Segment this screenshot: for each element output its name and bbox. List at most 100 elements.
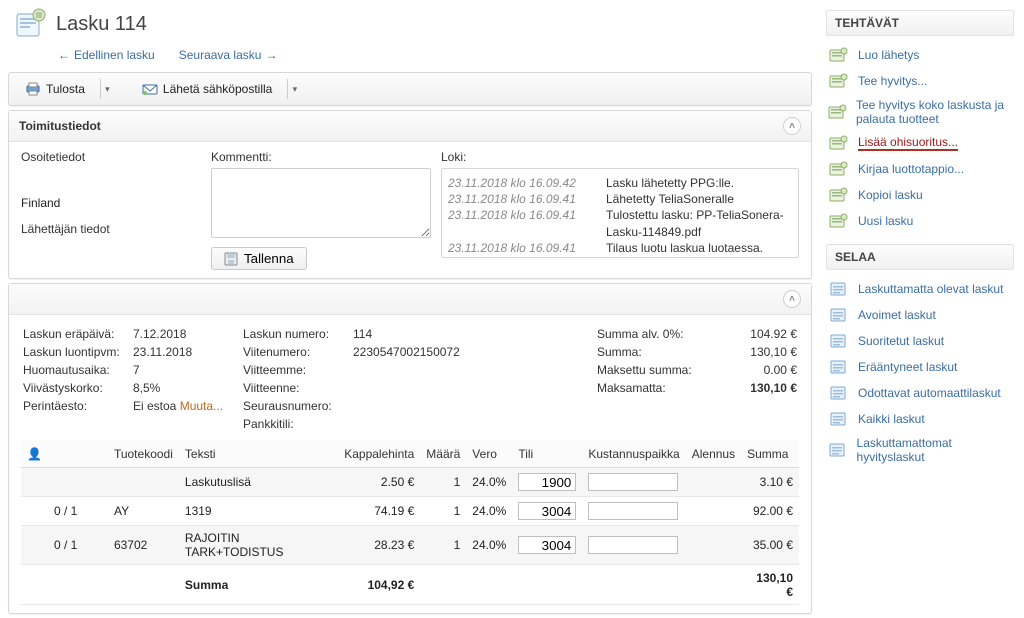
list-icon	[828, 358, 850, 376]
total-label: Summa:	[597, 345, 717, 359]
arrow-right-icon: →	[265, 48, 277, 62]
print-button[interactable]: Tulosta	[15, 77, 94, 101]
yourref-label: Viitteenne:	[243, 381, 353, 395]
page-title: Lasku 114	[56, 13, 147, 36]
task-icon	[828, 134, 850, 152]
table-row[interactable]: 0 / 1 63702 RAJOITIN TARK+TODISTUS 28.23…	[21, 526, 799, 565]
table-row[interactable]: Laskutuslisä 2.50 € 1 24.0% 3.10 €	[21, 468, 799, 497]
printer-icon	[24, 80, 42, 98]
remind-label: Huomautusaika:	[23, 363, 133, 377]
unpaid-value: 130,10 €	[717, 381, 797, 395]
col-cc[interactable]: Kustannuspaikka	[582, 441, 685, 468]
print-dropdown[interactable]: ▾	[100, 79, 114, 99]
list-icon	[828, 441, 849, 459]
col-qty[interactable]: Määrä	[420, 441, 466, 468]
col-picked	[48, 441, 108, 468]
task-action-1[interactable]: Tee hyvitys...	[826, 68, 1014, 94]
bank-label: Pankkitili:	[243, 417, 353, 431]
prev-invoice-link[interactable]: ← Edellinen lasku	[58, 48, 155, 62]
col-unit[interactable]: Kappalehinta	[338, 441, 420, 468]
browse-action-1[interactable]: Avoimet laskut	[826, 302, 1014, 328]
browse-label: Kaikki laskut	[858, 412, 925, 426]
list-icon	[828, 410, 850, 428]
collect-change-link[interactable]: Muuta...	[180, 399, 223, 413]
email-dropdown[interactable]: ▾	[287, 79, 301, 99]
task-action-5[interactable]: Kopioi lasku	[826, 182, 1014, 208]
bank-value	[353, 417, 523, 431]
comment-label: Kommentti:	[211, 150, 431, 164]
collapse-button[interactable]: ˄	[783, 290, 801, 308]
browse-action-6[interactable]: Laskuttamattomat hyvityslaskut	[826, 432, 1014, 468]
save-icon	[224, 252, 238, 266]
col-acct[interactable]: Tili	[512, 441, 582, 468]
paid-label: Maksettu summa:	[597, 363, 717, 377]
toolbar: Tulosta ▾ Lähetä sähköpostilla ▾	[8, 72, 812, 106]
task-action-4[interactable]: Kirjaa luottotappio...	[826, 156, 1014, 182]
log-row: 23.11.2018 klo 16.09.41Lähetetty TeliaSo…	[448, 191, 792, 207]
task-action-0[interactable]: Luo lähetys	[826, 42, 1014, 68]
task-icon	[828, 46, 850, 64]
browse-label: Suoritetut laskut	[858, 334, 944, 348]
table-row[interactable]: 0 / 1 AY 1319 74.19 € 1 24.0% 92.00 €	[21, 497, 799, 526]
paid-value: 0.00 €	[717, 363, 797, 377]
vat0-value: 104.92 €	[717, 327, 797, 341]
comment-input[interactable]	[211, 168, 431, 238]
list-icon	[828, 384, 850, 402]
col-disc[interactable]: Alennus	[686, 441, 741, 468]
collect-value: Ei estoa Muuta...	[133, 399, 243, 413]
log-list: 23.11.2018 klo 16.09.42Lasku lähetetty P…	[441, 168, 799, 258]
yourref-value	[353, 381, 523, 395]
next-invoice-link[interactable]: Seuraava lasku →	[179, 48, 278, 62]
invoice-icon	[12, 4, 52, 44]
cc-input[interactable]	[588, 536, 678, 554]
task-label: Tee hyvitys koko laskusta ja palauta tuo…	[856, 98, 1012, 126]
browse-action-4[interactable]: Odottavat automaattilaskut	[826, 380, 1014, 406]
browse-label: Laskuttamatta olevat laskut	[858, 282, 1003, 296]
cc-input[interactable]	[588, 473, 678, 491]
browse-action-0[interactable]: Laskuttamatta olevat laskut	[826, 276, 1014, 302]
save-comment-button[interactable]: Tallenna	[211, 247, 307, 270]
browse-action-2[interactable]: Suoritetut laskut	[826, 328, 1014, 354]
interest-label: Viivästyskorko:	[23, 381, 133, 395]
acct-input[interactable]	[518, 502, 576, 520]
invoice-lines-table: 👤 Tuotekoodi Teksti Kappalehinta Määrä V…	[21, 441, 799, 605]
log-label: Loki:	[441, 150, 799, 164]
task-label: Luo lähetys	[858, 48, 919, 62]
log-row: 23.11.2018 klo 16.09.41Tulostettu lasku:…	[448, 207, 792, 239]
table-total-row: Summa 104,92 € 130,10 €	[21, 565, 799, 605]
browse-label: Avoimet laskut	[858, 308, 936, 322]
follow-value	[353, 399, 523, 413]
address-label: Osoitetiedot	[21, 150, 201, 164]
unpaid-label: Maksamatta:	[597, 381, 717, 395]
browse-header: SELAA	[826, 244, 1014, 270]
ourref-label: Viitteemme:	[243, 363, 353, 377]
task-action-3[interactable]: Lisää ohisuoritus...	[826, 130, 1014, 156]
follow-label: Seurausnumero:	[243, 399, 353, 413]
task-action-2[interactable]: Tee hyvitys koko laskusta ja palauta tuo…	[826, 94, 1014, 130]
col-text[interactable]: Teksti	[179, 441, 338, 468]
cc-input[interactable]	[588, 502, 678, 520]
task-action-6[interactable]: Uusi lasku	[826, 208, 1014, 234]
acct-input[interactable]	[518, 536, 576, 554]
num-label: Laskun numero:	[243, 327, 353, 341]
acct-input[interactable]	[518, 473, 576, 491]
num-value: 114	[353, 327, 523, 341]
col-vat[interactable]: Vero	[466, 441, 512, 468]
task-label: Lisää ohisuoritus...	[858, 135, 958, 151]
collapse-button[interactable]: ˄	[783, 117, 801, 135]
save-label: Tallenna	[244, 251, 294, 266]
list-icon	[828, 306, 850, 324]
browse-action-5[interactable]: Kaikki laskut	[826, 406, 1014, 432]
task-icon	[828, 186, 850, 204]
interest-value: 8,5%	[133, 381, 243, 395]
col-code[interactable]: Tuotekoodi	[108, 441, 179, 468]
task-icon	[828, 212, 850, 230]
ref-value: 2230547002150072	[353, 345, 523, 359]
country: Finland	[21, 196, 201, 210]
due-value: 7.12.2018	[133, 327, 243, 341]
tasks-header: TEHTÄVÄT	[826, 10, 1014, 36]
col-sum[interactable]: Summa	[741, 441, 799, 468]
email-button[interactable]: Lähetä sähköpostilla	[132, 77, 281, 101]
delivery-panel-title: Toimitustiedot	[19, 119, 101, 133]
browse-action-3[interactable]: Erääntyneet laskut	[826, 354, 1014, 380]
